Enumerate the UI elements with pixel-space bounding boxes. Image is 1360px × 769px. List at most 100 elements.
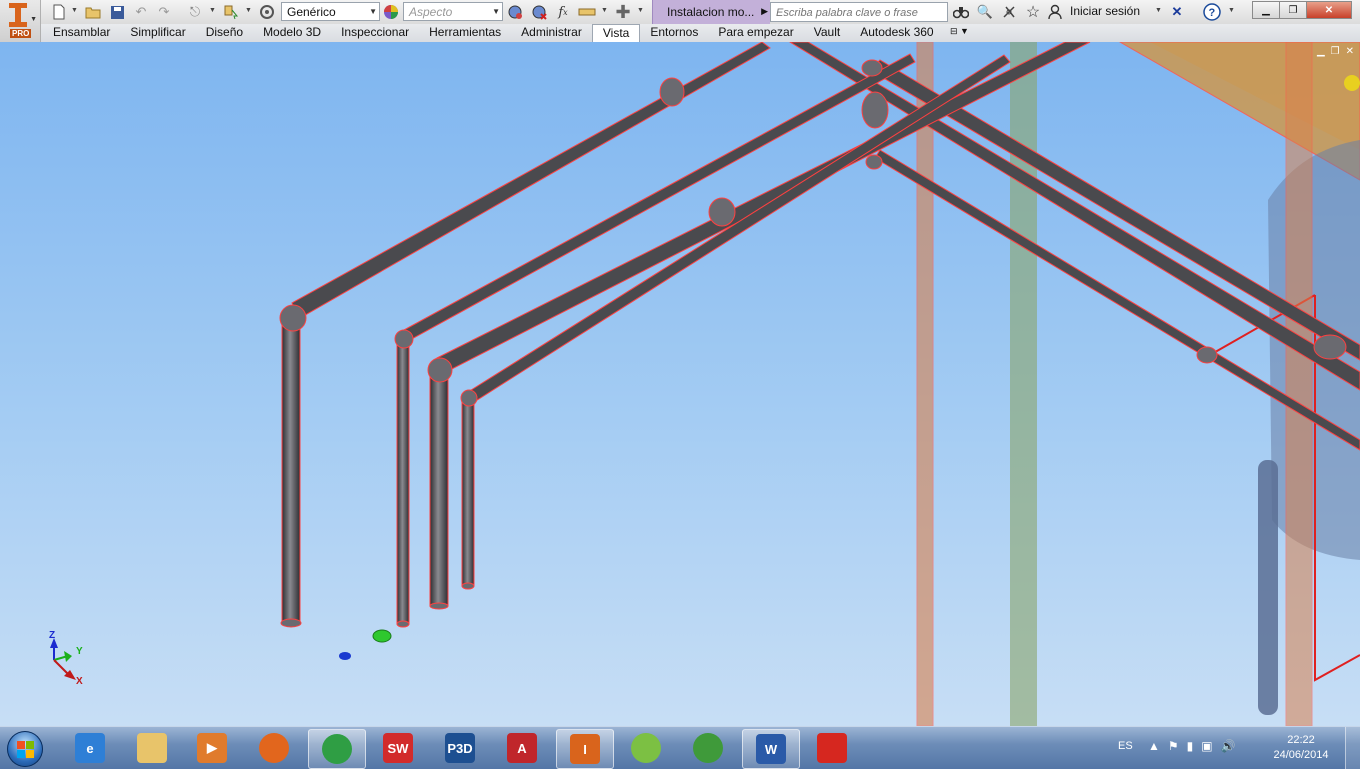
coupling-4[interactable] — [1313, 334, 1347, 360]
show-hidden-icons-icon[interactable]: ▲ — [1148, 739, 1160, 753]
exchange-apps-icon[interactable]: ✕ — [1168, 3, 1186, 21]
tab-para-empezar[interactable]: Para empezar — [708, 24, 803, 41]
taskbar-internet-explorer-button[interactable]: e — [62, 729, 118, 767]
pipe-drop-3[interactable] — [429, 369, 449, 607]
pipe-drop-2[interactable] — [396, 339, 410, 625]
pipe-end-2[interactable] — [396, 620, 410, 628]
show-desktop-button[interactable] — [1345, 727, 1360, 769]
ribbon-display-toggle[interactable]: ⊟ ▼ — [950, 26, 969, 37]
column-orange-left[interactable] — [916, 42, 934, 726]
tab-ensamblar[interactable]: Ensamblar — [43, 24, 120, 41]
save-icon[interactable] — [108, 3, 126, 21]
tab-dise-o[interactable]: Diseño — [196, 24, 253, 41]
adjust-icon[interactable] — [506, 3, 524, 21]
column-orange-right[interactable] — [1285, 42, 1313, 726]
assembly-scene[interactable] — [0, 42, 1360, 726]
signal-icon[interactable]: ▮ — [1187, 739, 1194, 753]
coupling-1[interactable] — [861, 59, 883, 77]
pipe-end-4[interactable] — [461, 582, 475, 590]
taskbar-autocad-button[interactable]: A — [494, 729, 550, 767]
sign-in-dropdown-icon[interactable]: ▼ — [1155, 7, 1162, 14]
update-icon[interactable] — [258, 3, 276, 21]
viewport-restore-icon[interactable]: ❐ — [1331, 46, 1340, 57]
elbow-1[interactable] — [279, 304, 307, 332]
pipe-end-1[interactable] — [280, 618, 302, 628]
measure-icon[interactable] — [578, 3, 596, 21]
coupling-2[interactable] — [865, 154, 883, 170]
green-workpoint[interactable] — [372, 629, 392, 643]
pipe-run-2[interactable] — [403, 53, 916, 341]
new-dropdown-icon[interactable]: ▼ — [71, 7, 78, 14]
measure-dropdown-icon[interactable]: ▼ — [601, 7, 608, 14]
tab-vault[interactable]: Vault — [804, 24, 850, 41]
taskbar-firefox-button[interactable] — [246, 729, 302, 767]
taskbar-word-button[interactable]: W — [742, 729, 800, 769]
return-icon[interactable]: ⎋ — [186, 3, 204, 21]
coupling-3[interactable] — [1196, 346, 1218, 364]
clear-appearance-icon[interactable] — [530, 3, 548, 21]
redo-icon[interactable]: ↷ — [155, 3, 173, 21]
search-input[interactable] — [774, 4, 948, 22]
select-icon[interactable] — [222, 3, 240, 21]
subscription-icon[interactable]: 🔍 — [976, 3, 994, 21]
viewport-minimize-icon[interactable]: ▁ — [1317, 46, 1325, 57]
add-icon[interactable]: ✚ — [614, 2, 632, 22]
pipe-drop-4[interactable] — [461, 399, 475, 587]
taskbar-chrome-button[interactable] — [308, 729, 366, 769]
open-icon[interactable] — [84, 3, 102, 21]
taskbar-xbox-app-button[interactable] — [680, 729, 736, 767]
help-icon[interactable]: ? — [1203, 3, 1221, 21]
minimize-button[interactable]: ▁ — [1252, 1, 1280, 19]
start-button[interactable] — [4, 729, 46, 767]
fx-icon[interactable]: fx — [554, 3, 572, 21]
tab-inspeccionar[interactable]: Inspeccionar — [331, 24, 419, 41]
customize-dropdown-icon[interactable]: ▼ — [637, 7, 644, 14]
appearance-icon[interactable] — [382, 3, 400, 21]
search-box[interactable] — [770, 2, 948, 22]
taskbar-picasa-button[interactable] — [618, 729, 674, 767]
tab-entornos[interactable]: Entornos — [640, 24, 708, 41]
communication-center-icon[interactable] — [1000, 3, 1018, 21]
elbow-4[interactable] — [460, 389, 478, 407]
elbow-2[interactable] — [394, 329, 414, 349]
taskbar-solidworks-button[interactable]: SW — [370, 729, 426, 767]
language-indicator[interactable]: ES — [1118, 740, 1133, 752]
elbow-3[interactable] — [427, 357, 453, 383]
favorites-star-icon[interactable]: ☆ — [1024, 3, 1042, 21]
tab-simplificar[interactable]: Simplificar — [120, 24, 195, 41]
restore-button[interactable]: ❐ — [1279, 1, 1307, 19]
return-dropdown-icon[interactable]: ▼ — [209, 7, 216, 14]
volume-icon[interactable]: 🔊 — [1221, 739, 1236, 753]
viewport-close-icon[interactable]: ✕ — [1346, 46, 1354, 57]
select-dropdown-icon[interactable]: ▼ — [245, 7, 252, 14]
application-menu-button[interactable]: PRO ▼ — [0, 0, 41, 42]
new-icon[interactable] — [50, 3, 68, 21]
device-icon[interactable]: ▣ — [1201, 739, 1212, 753]
document-tab[interactable]: Instalacion mo... ▶ — [652, 0, 770, 24]
tee-fitting-2[interactable] — [708, 197, 736, 227]
taskbar-acrobat-button[interactable] — [804, 729, 860, 767]
tab-autodesk-360[interactable]: Autodesk 360 — [850, 24, 943, 41]
pipe-end-3[interactable] — [429, 602, 449, 610]
binoculars-icon[interactable] — [952, 3, 970, 21]
taskbar-inventor-button[interactable]: I — [556, 729, 614, 769]
chevron-right-icon[interactable]: ▶ — [761, 6, 768, 17]
graphics-window[interactable]: ▁ ❐ ✕ Z Y X — [0, 42, 1360, 726]
tab-herramientas[interactable]: Herramientas — [419, 24, 511, 41]
close-button[interactable]: ✕ — [1306, 1, 1352, 19]
undo-icon[interactable]: ↶ — [132, 3, 150, 21]
help-dropdown-icon[interactable]: ▼ — [1228, 7, 1235, 14]
material-select[interactable]: Genérico ▼ — [281, 2, 380, 21]
tab-vista[interactable]: Vista — [591, 24, 641, 42]
tank-leg[interactable] — [1258, 460, 1278, 715]
taskbar-media-player-button[interactable]: ▶ — [184, 729, 240, 767]
appearance-select[interactable]: Aspecto ▼ — [403, 2, 503, 21]
pipe-drop-1[interactable] — [281, 317, 301, 624]
taskbar-autocad-p3d-button[interactable]: P3D — [432, 729, 488, 767]
tab-modelo-3d[interactable]: Modelo 3D — [253, 24, 331, 41]
tab-administrar[interactable]: Administrar — [511, 24, 592, 41]
tee-fitting-3[interactable] — [861, 91, 889, 129]
taskbar-file-explorer-button[interactable] — [124, 729, 180, 767]
network-flag-icon[interactable]: ⚑ — [1168, 739, 1179, 753]
blue-workpoint[interactable] — [339, 652, 351, 660]
